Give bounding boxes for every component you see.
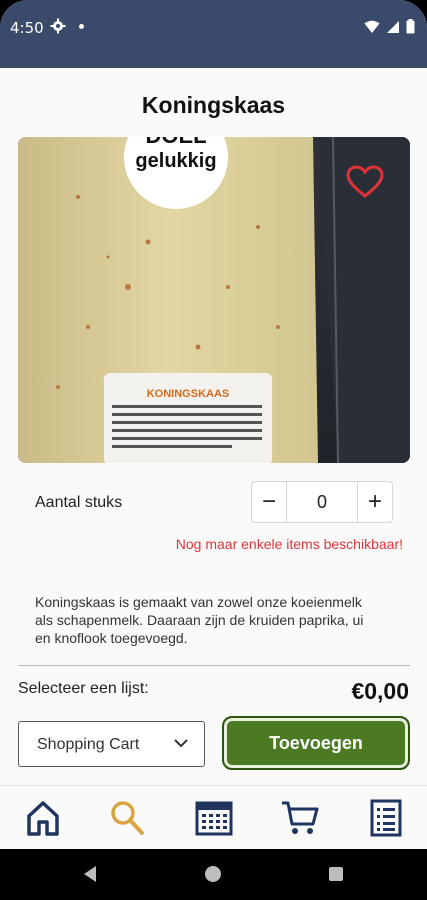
home-icon[interactable] [23,798,63,838]
status-bar: 4:50 [0,0,427,68]
photo-brand-text: DOEL [145,137,206,148]
status-icons [364,19,415,34]
home-circle-icon[interactable] [205,866,221,882]
signal-icon [387,20,399,33]
bottom-tab-bar [0,785,427,849]
quantity-label: Aantal stuks [35,494,123,511]
wifi-icon [364,20,380,33]
increment-button[interactable]: + [358,482,392,522]
photo-brand-subtext: gelukkig [135,150,216,172]
quantity-stepper: − 0 + [251,481,393,523]
back-icon[interactable] [82,865,98,883]
list-dropdown[interactable]: Shopping Cart [18,721,205,767]
system-nav-bar [0,849,427,900]
price-total: €0,00 [351,678,409,704]
list-icon[interactable] [366,798,406,838]
settings-icon [50,18,66,34]
decrement-button[interactable]: − [252,482,286,522]
page-title: Koningskaas [141,92,286,118]
cart-icon[interactable] [280,798,320,838]
list-select-label: Selecteer een lijst: [18,680,149,697]
divider [18,665,410,666]
chevron-down-icon [174,739,188,748]
product-description: Koningskaas is gemaakt van zowel onze ko… [35,594,364,646]
calendar-icon[interactable] [194,798,234,838]
quantity-value[interactable]: 0 [286,482,358,522]
notification-dot-icon [79,24,84,29]
search-icon[interactable] [107,798,147,838]
photo-sticker-title: KONINGSKAAS [147,388,230,400]
favorite-heart-icon[interactable] [346,165,384,199]
status-time: 4:50 [10,19,44,37]
battery-icon [406,19,415,34]
list-dropdown-value: Shopping Cart [37,736,140,753]
screen: 4:50 Koningskaas gelukkig KONINGSKAAS Aa… [0,0,427,900]
recents-icon[interactable] [329,867,343,881]
stock-warning: Nog maar enkele items beschikbaar! [175,536,403,552]
add-to-list-button[interactable]: Toevoegen [222,716,410,770]
